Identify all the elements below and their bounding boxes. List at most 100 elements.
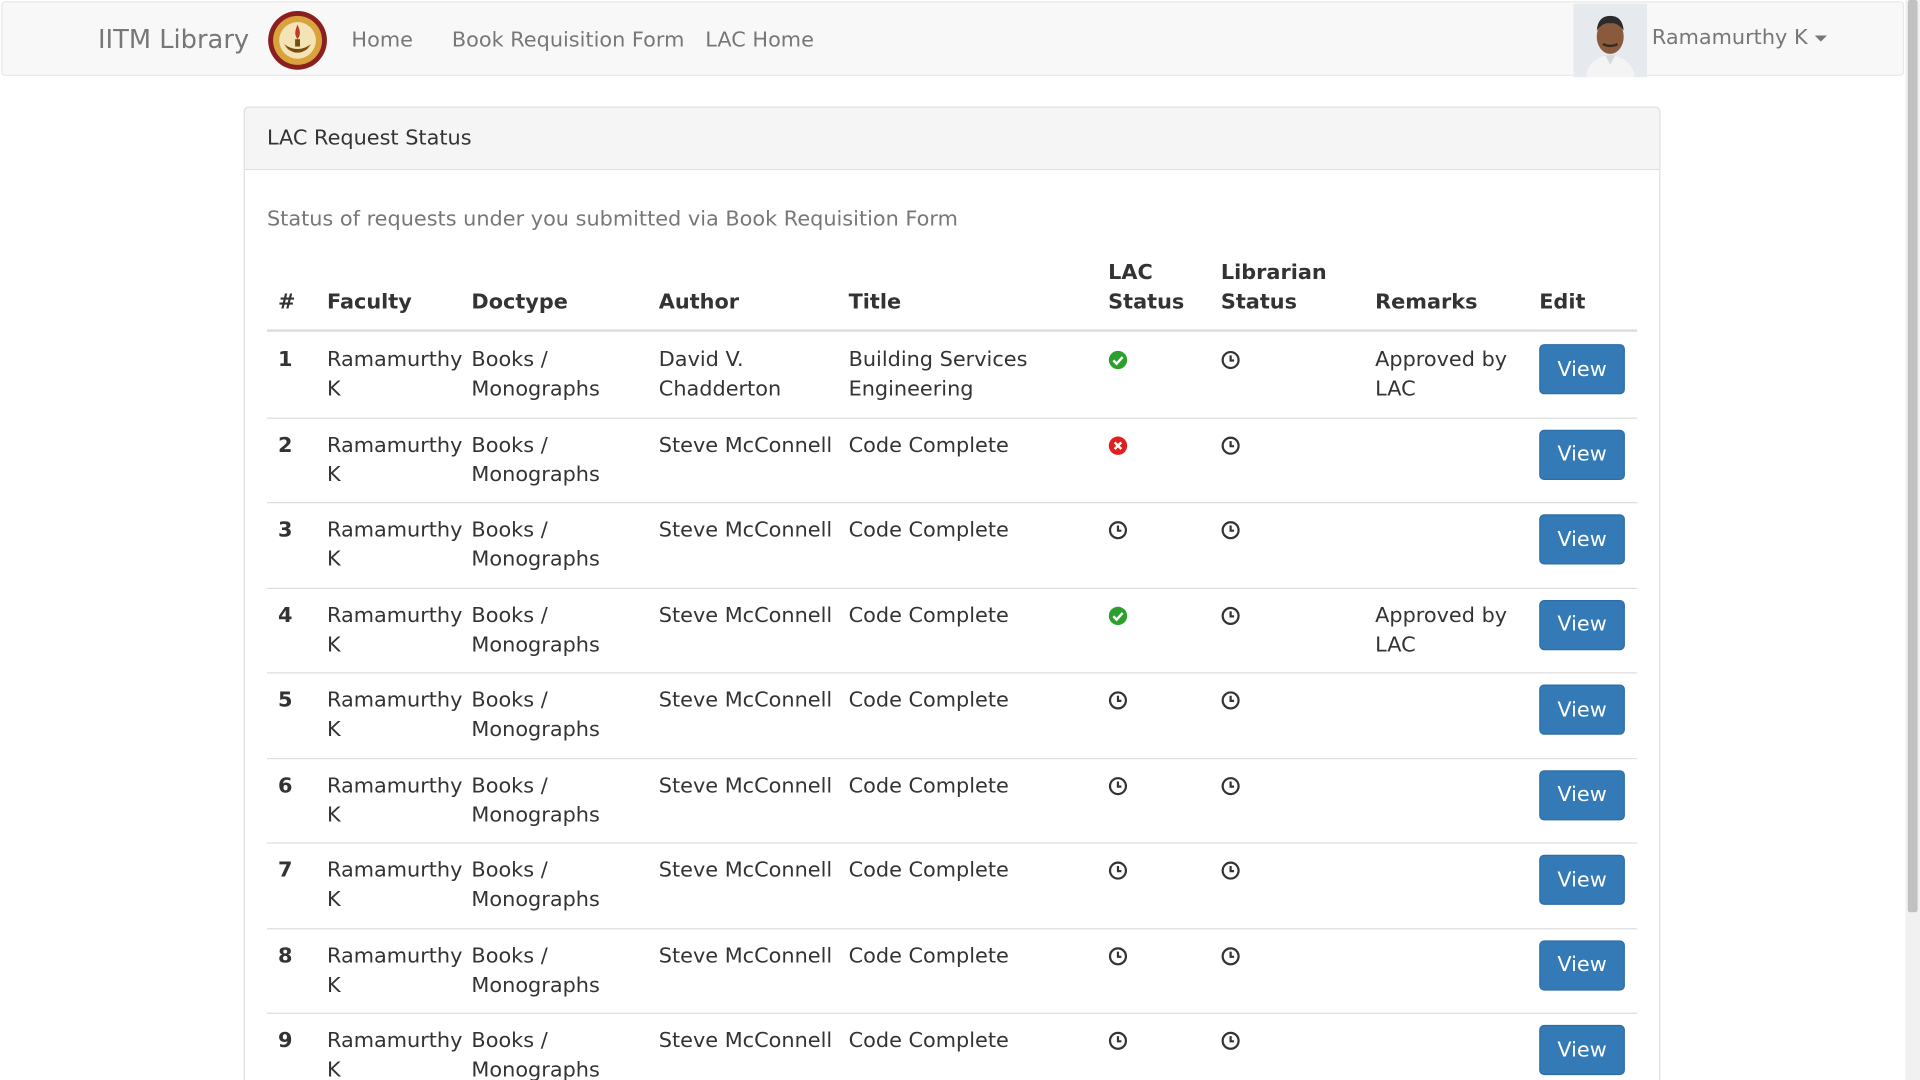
header-doctype: Doctype	[471, 290, 568, 315]
user-photo-icon	[1573, 3, 1647, 78]
header-remarks: Remarks	[1375, 290, 1478, 315]
title-cell: Code Complete	[849, 516, 1009, 545]
lac-request-status-panel: LAC Request Status Status of requests un…	[243, 106, 1661, 1080]
user-menu[interactable]: Ramamurthy K	[1652, 26, 1828, 50]
view-button[interactable]: View	[1539, 854, 1625, 905]
title-cell-line: Code Complete	[848, 517, 1009, 543]
view-button[interactable]: View	[1539, 1024, 1625, 1076]
author-cell: Steve McConnell	[659, 1026, 832, 1055]
faculty-cell-line: K	[326, 1057, 341, 1080]
row-number: 7	[277, 858, 293, 883]
clock-icon	[1221, 691, 1241, 711]
author-cell-line: Steve McConnell	[658, 1028, 833, 1054]
title-cell: Code Complete	[849, 771, 1009, 800]
clock-icon	[1221, 861, 1241, 881]
title-cell: Code Complete	[849, 856, 1009, 885]
header-librarian-status-line1: Librarian	[1220, 260, 1327, 286]
clock-icon	[1108, 946, 1128, 966]
doctype-cell-line: Monographs	[471, 377, 600, 402]
faculty-cell: Ramamurthy K	[327, 430, 463, 489]
title-cell-line: Building Services	[848, 347, 1028, 373]
row-divider	[266, 672, 1638, 674]
header-title: Title	[848, 290, 902, 315]
faculty-cell-line: Ramamurthy	[326, 773, 463, 798]
remarks-cell-line: Approved by	[1375, 603, 1508, 628]
clock-icon	[1221, 435, 1241, 455]
author-cell: Steve McConnell	[659, 941, 832, 970]
doctype-cell-line: Books /	[471, 943, 548, 968]
doctype-cell: Books / Monographs	[471, 941, 599, 1000]
page: IITM Library Home Book Requisition Form …	[0, 0, 1920, 1080]
clock-icon	[1108, 776, 1128, 796]
doctype-cell: Books / Monographs	[471, 1026, 599, 1080]
author-cell: Steve McConnell	[659, 686, 832, 715]
clock-icon	[1221, 350, 1241, 370]
header-lac-status-line2: Status	[1108, 290, 1185, 315]
row-number: 9	[277, 1028, 293, 1054]
remarks-cell: Approved by LAC	[1375, 601, 1507, 660]
brand-link[interactable]: IITM Library	[98, 24, 249, 53]
doctype-cell-line: Monographs	[471, 462, 600, 487]
faculty-cell-line: Ramamurthy	[326, 1028, 463, 1054]
doctype-cell-line: Monographs	[471, 717, 600, 743]
header-librarian-status: Librarian Status	[1221, 258, 1327, 317]
clock-icon	[1221, 606, 1241, 626]
doctype-cell: Books / Monographs	[471, 856, 599, 915]
title-cell: Code Complete	[849, 601, 1009, 630]
faculty-cell-line: K	[326, 377, 341, 402]
row-number: 1	[277, 347, 293, 373]
author-cell-line: Steve McConnell	[658, 943, 833, 968]
doctype-cell-line: Books /	[471, 517, 548, 543]
view-button[interactable]: View	[1539, 769, 1625, 820]
navbar: IITM Library Home Book Requisition Form …	[1, 1, 1905, 78]
nav-book-requisition-form[interactable]: Book Requisition Form	[452, 28, 685, 52]
doctype-cell: Books / Monographs	[471, 430, 599, 489]
remarks-cell-line: Approved by	[1375, 347, 1508, 373]
faculty-cell: Ramamurthy K	[327, 345, 463, 404]
header-faculty: Faculty	[326, 290, 412, 315]
doctype-cell-line: Books /	[471, 347, 548, 373]
faculty-cell-line: K	[326, 717, 341, 743]
faculty-cell-line: Ramamurthy	[326, 688, 463, 713]
panel-heading: LAC Request Status	[244, 107, 1660, 171]
faculty-cell-line: Ramamurthy	[326, 603, 463, 628]
author-cell: Steve McConnell	[659, 430, 832, 459]
faculty-cell: Ramamurthy K	[327, 1026, 463, 1080]
faculty-cell-line: Ramamurthy	[326, 517, 463, 543]
faculty-cell: Ramamurthy K	[327, 601, 463, 660]
author-cell: Steve McConnell	[659, 771, 832, 800]
title-cell-line: Engineering	[848, 377, 974, 402]
view-button[interactable]: View	[1539, 939, 1625, 991]
title-cell: Code Complete	[849, 686, 1009, 715]
view-button[interactable]: View	[1539, 684, 1625, 735]
row-number: 2	[277, 432, 293, 458]
user-avatar[interactable]	[1573, 3, 1647, 78]
author-cell-line: Steve McConnell	[658, 432, 833, 458]
row-number: 5	[277, 688, 293, 713]
title-cell-line: Code Complete	[848, 603, 1009, 628]
row-divider	[266, 416, 1638, 419]
scrollbar-thumb[interactable]	[1907, 0, 1918, 913]
nav-home[interactable]: Home	[351, 28, 412, 52]
faculty-cell-line: K	[326, 632, 341, 657]
title-cell: Building Services Engineering	[849, 345, 1028, 404]
clock-icon	[1108, 1031, 1128, 1051]
author-cell-line: Steve McConnell	[658, 517, 833, 543]
author-cell: Steve McConnell	[659, 516, 832, 545]
clock-icon	[1221, 1031, 1241, 1051]
view-button[interactable]: View	[1539, 599, 1625, 650]
view-button[interactable]: View	[1539, 344, 1625, 395]
caret-down-icon	[1814, 34, 1828, 42]
faculty-cell-line: Ramamurthy	[326, 858, 463, 883]
clock-icon	[1221, 520, 1241, 540]
panel-title: LAC Request Status	[266, 126, 472, 151]
row-number: 3	[277, 517, 293, 543]
remarks-cell: Approved by LAC	[1375, 345, 1507, 404]
view-button[interactable]: View	[1539, 429, 1625, 480]
author-cell-line: Steve McConnell	[658, 858, 833, 883]
view-button[interactable]: View	[1539, 514, 1625, 565]
doctype-cell-line: Monographs	[471, 632, 600, 657]
nav-lac-home[interactable]: LAC Home	[705, 28, 814, 52]
doctype-cell: Books / Monographs	[471, 345, 599, 404]
check-circle-icon	[1108, 606, 1128, 626]
